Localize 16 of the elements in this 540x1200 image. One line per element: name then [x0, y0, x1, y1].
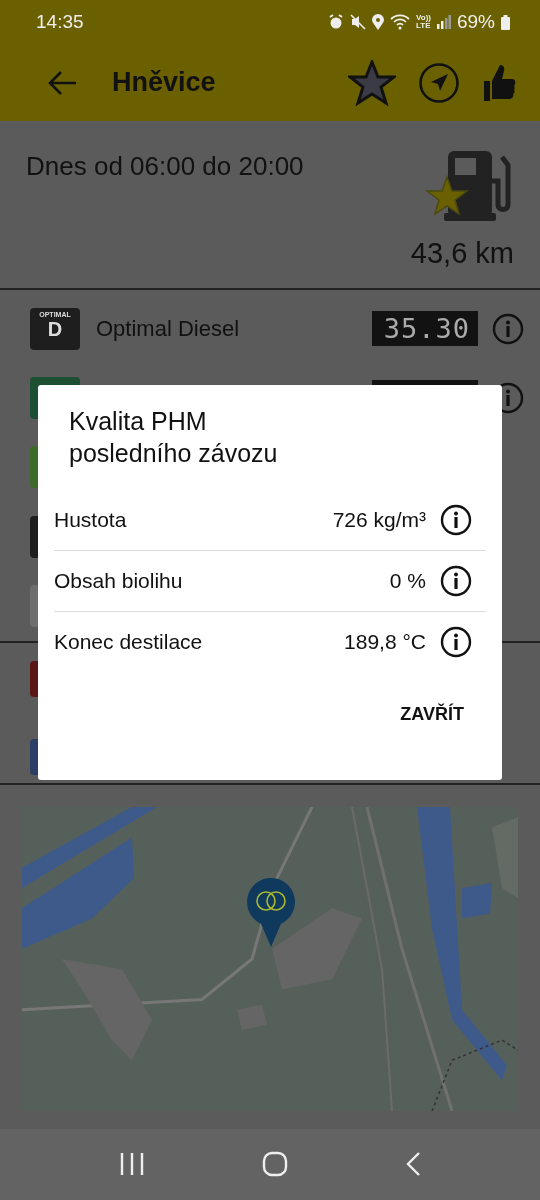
- quality-label: Hustota: [54, 507, 128, 532]
- battery-level: 69%: [456, 11, 495, 34]
- network-label: Vo)) LTE: [416, 14, 431, 31]
- station-title: Hněvice: [112, 67, 217, 99]
- fuel-price: 35.30: [372, 311, 478, 346]
- fuel-name: Optimal Diesel: [96, 315, 241, 342]
- close-button[interactable]: ZAVŘÍT: [396, 698, 468, 731]
- distance: 43,6 km: [410, 236, 514, 270]
- quality-value: 726 kg/m³: [332, 507, 426, 532]
- dialog-title: Kvalita PHM posledního závozu: [68, 406, 279, 469]
- quality-value: 189,8 °C: [344, 630, 426, 654]
- opening-hours: Dnes od 06:00 do 20:00: [26, 150, 305, 183]
- quality-label: Obsah biolihu: [54, 569, 184, 593]
- clock: 14:35: [36, 11, 85, 34]
- quality-label: Konec destilace: [54, 630, 204, 654]
- quality-value: 0 %: [389, 569, 426, 593]
